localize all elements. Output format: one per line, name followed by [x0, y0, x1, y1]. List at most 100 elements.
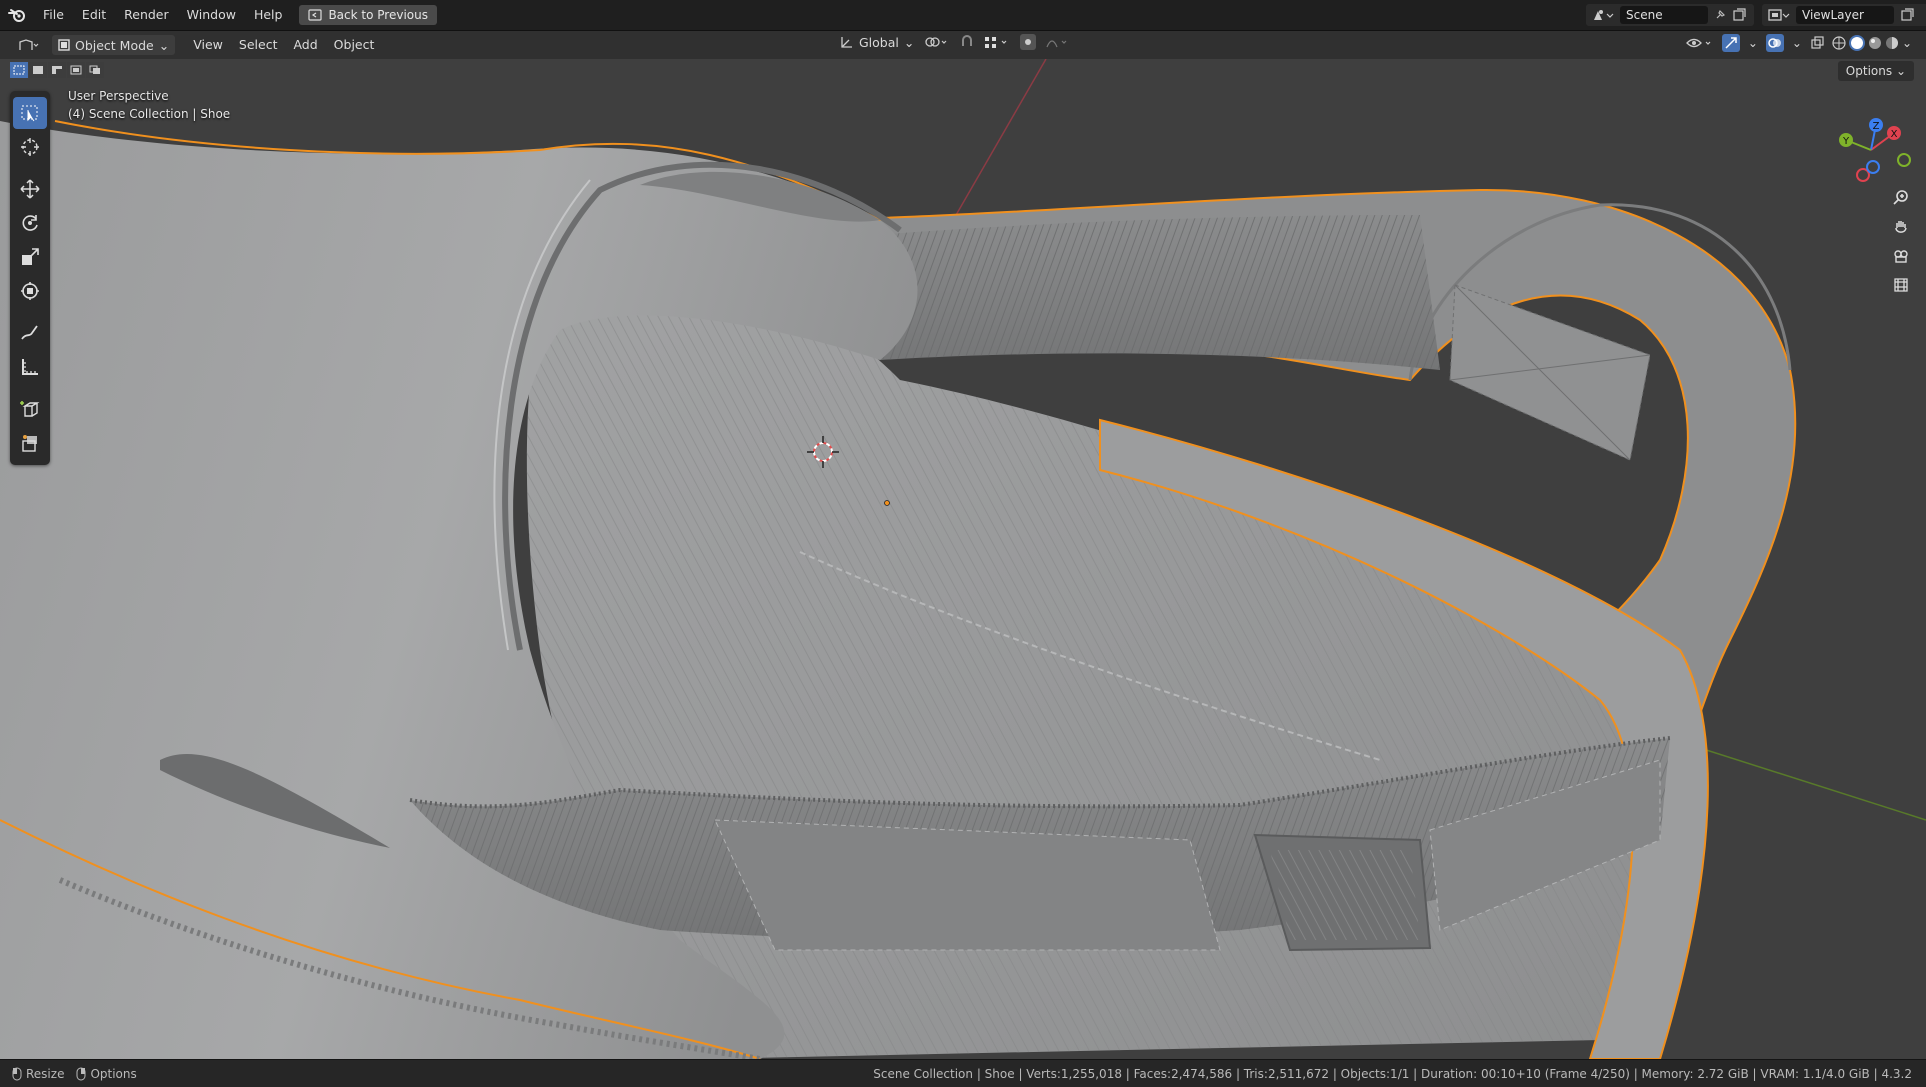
annotate-icon[interactable] — [13, 317, 47, 349]
viewport-collection-label: (4) Scene Collection | Shoe — [68, 107, 231, 121]
visibility-icon[interactable] — [1685, 35, 1714, 51]
heel-pad — [1449, 284, 1651, 461]
view-layer-icon — [1768, 8, 1790, 22]
extrude-icon[interactable] — [13, 427, 47, 459]
select-extend-icon[interactable] — [29, 62, 47, 78]
view-layer-selector[interactable]: ViewLayer — [1762, 4, 1926, 26]
chevron-down-icon: ⌄ — [1895, 64, 1906, 78]
mouse-left-icon — [12, 1067, 22, 1081]
add-cube-icon[interactable] — [13, 393, 47, 425]
scene-icon — [1592, 8, 1614, 22]
select-invert-icon[interactable] — [67, 62, 85, 78]
orientation-label: Global — [859, 34, 899, 50]
status-hint-resize: Resize — [12, 1067, 64, 1081]
select-intersect-icon[interactable] — [86, 62, 104, 78]
zoom-icon[interactable] — [1888, 185, 1914, 211]
header-right-tools: ⌄ ⌄ ⌄ — [1685, 34, 1912, 52]
rendered-shading-icon[interactable] — [1885, 36, 1899, 50]
strap-buckle-slats — [1270, 850, 1420, 940]
transform-orientation-dropdown[interactable]: Global ⌄ — [840, 35, 914, 50]
object-origin — [884, 500, 890, 506]
menu-file[interactable]: File — [34, 0, 73, 30]
status-options-label: Options — [90, 1066, 137, 1081]
menu-view[interactable]: View — [185, 34, 231, 56]
pin-icon[interactable] — [1714, 9, 1726, 21]
pan-hand-icon[interactable] — [1888, 214, 1914, 240]
tool-shelf — [10, 91, 50, 465]
viewport-perspective-label: User Perspective — [68, 89, 169, 103]
menu-object[interactable]: Object — [326, 34, 383, 56]
mode-label: Object Mode — [75, 37, 154, 53]
gizmo-z-label: Z — [1873, 121, 1880, 132]
menu-window[interactable]: Window — [178, 0, 245, 30]
measure-icon[interactable] — [13, 351, 47, 383]
editor-type-button[interactable] — [10, 34, 48, 56]
viewport-options-button[interactable]: Options ⌄ — [1837, 61, 1914, 81]
back-icon — [308, 9, 323, 21]
pivot-icon[interactable] — [924, 35, 950, 49]
navigation-gizmo[interactable]: X Z Y — [1826, 95, 1916, 185]
selection-mode-group — [10, 62, 104, 78]
back-to-previous-button[interactable]: Back to Previous — [299, 5, 437, 25]
proportional-editing-icon[interactable] — [1020, 34, 1037, 50]
axis-z-line — [951, 59, 1047, 223]
3d-viewport[interactable]: User Perspective (4) Scene Collection | … — [0, 59, 1926, 1059]
status-bar: Resize Options Scene Collection | Shoe |… — [0, 1059, 1926, 1087]
blender-logo-icon[interactable] — [0, 0, 34, 30]
view-layer-name: ViewLayer — [1802, 8, 1864, 22]
mouse-right-icon — [76, 1067, 86, 1081]
move-icon[interactable] — [13, 173, 47, 205]
scene-statistics: Scene Collection | Shoe | Verts:1,255,01… — [873, 1066, 1912, 1081]
cursor-icon[interactable] — [13, 131, 47, 163]
shading-icons: ⌄ — [1832, 35, 1912, 51]
scene-selector[interactable]: Scene — [1586, 4, 1754, 26]
snap-icon[interactable] — [984, 35, 1010, 49]
chevron-down-icon[interactable]: ⌄ — [1902, 36, 1912, 50]
options-label: Options — [1845, 64, 1893, 78]
menu-select[interactable]: Select — [231, 34, 286, 56]
rotate-icon[interactable] — [13, 207, 47, 239]
chevron-down-icon: ⌄ — [158, 37, 170, 53]
viewport-scene — [0, 59, 1926, 1059]
editor-type-icon — [18, 38, 40, 52]
chevron-down-icon: ⌄ — [903, 34, 915, 50]
select-new-icon[interactable] — [10, 62, 28, 78]
new-view-layer-icon[interactable] — [1900, 8, 1914, 22]
viewport-header: Object Mode ⌄ View Select Add Object Glo… — [0, 31, 1926, 59]
gizmo-y-label: Y — [1842, 136, 1850, 147]
status-hint-options: Options — [76, 1066, 137, 1081]
chevron-down-icon[interactable]: ⌄ — [1748, 36, 1758, 50]
menu-render[interactable]: Render — [115, 0, 178, 30]
axis-y-line — [1699, 747, 1926, 821]
new-scene-icon[interactable] — [1732, 8, 1746, 22]
transform-orientation-icon — [840, 35, 854, 49]
wireframe-shading-icon[interactable] — [1832, 36, 1846, 50]
proportional-falloff-icon[interactable] — [1046, 35, 1072, 49]
object-mode-dropdown[interactable]: Object Mode ⌄ — [52, 35, 176, 55]
header-center-tools: Global ⌄ — [840, 34, 1072, 50]
view-layer-name-field[interactable]: ViewLayer — [1796, 6, 1894, 24]
strap-pad-left — [714, 819, 1221, 951]
xray-icon[interactable] — [1810, 36, 1824, 50]
menu-help[interactable]: Help — [245, 0, 292, 30]
select-box-icon[interactable] — [13, 97, 47, 129]
transform-icon[interactable] — [13, 275, 47, 307]
ortho-grid-icon[interactable] — [1888, 272, 1914, 298]
status-resize-label: Resize — [26, 1066, 65, 1081]
camera-icon[interactable] — [1888, 243, 1914, 269]
scale-icon[interactable] — [13, 241, 47, 273]
select-subtract-icon[interactable] — [48, 62, 66, 78]
scene-name-field[interactable]: Scene — [1620, 6, 1708, 24]
menu-edit[interactable]: Edit — [73, 0, 115, 30]
material-shading-icon[interactable] — [1868, 36, 1882, 50]
object-mode-icon — [58, 39, 70, 51]
snap-toggle-icon[interactable] — [960, 35, 974, 49]
scene-name: Scene — [1626, 8, 1663, 22]
menu-add[interactable]: Add — [285, 34, 325, 56]
gizmo-icon[interactable] — [1721, 34, 1740, 52]
back-label: Back to Previous — [328, 8, 428, 22]
solid-shading-icon[interactable] — [1848, 35, 1865, 51]
top-menu-bar: File Edit Render Window Help Back to Pre… — [0, 0, 1926, 31]
overlay-icon[interactable] — [1765, 34, 1784, 52]
chevron-down-icon[interactable]: ⌄ — [1792, 36, 1802, 50]
